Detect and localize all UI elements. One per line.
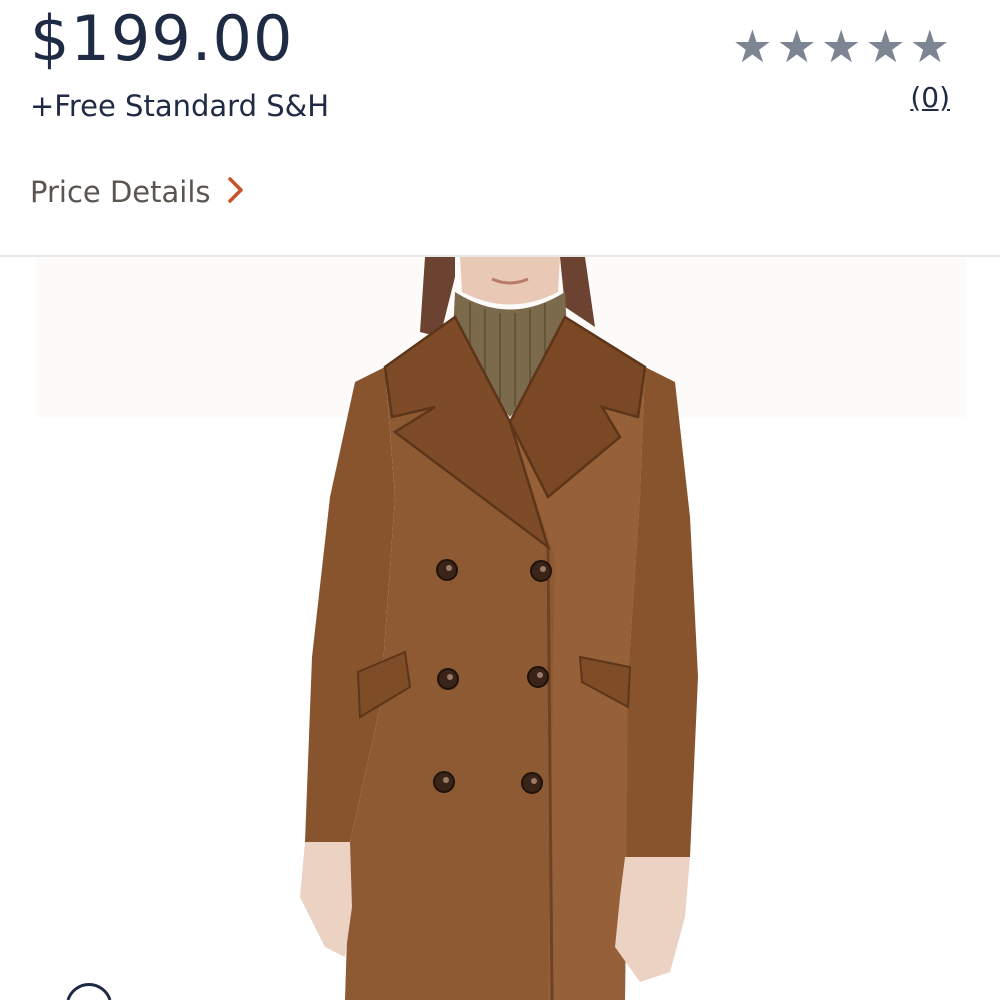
star-icon: ★ [820,20,862,73]
star-icon: ★ [776,20,817,73]
price-details-link[interactable]: Price Details [30,172,247,212]
product-header: $199.00 +Free Standard S&H ★ ★ ★ ★ ★ (0)… [0,0,1000,257]
rating-summary[interactable]: ★ ★ ★ ★ ★ (0) [720,22,950,116]
coat-illustration [0,257,1000,1000]
chevron-right-icon [225,175,247,209]
price-details-label: Price Details [30,175,211,209]
star-rating: ★ ★ ★ ★ ★ [720,22,950,72]
star-icon: ★ [865,20,906,73]
product-price: $199.00 [30,2,294,75]
shipping-info: +Free Standard S&H [30,89,330,123]
star-icon: ★ [909,20,950,73]
star-icon: ★ [732,20,773,73]
product-image[interactable] [0,257,1000,1000]
review-count-link[interactable]: (0) [910,80,950,116]
